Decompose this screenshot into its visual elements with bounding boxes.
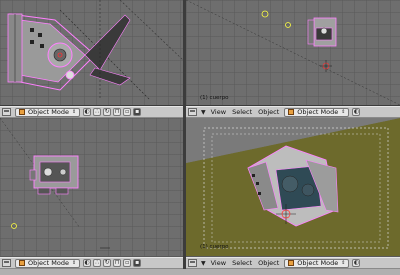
updown-arrows-icon: ⇕ (71, 109, 77, 115)
side-view-model (7, 0, 183, 101)
object-mode-icon (19, 109, 25, 115)
layers-toggle-button[interactable]: ▫ (123, 108, 132, 116)
mode-selector[interactable]: Object Mode ⇕ (15, 107, 81, 117)
object-mode-icon (19, 260, 25, 266)
mode-selector-label: Object Mode (297, 259, 339, 267)
viewport-header-bottom-right: ▼ View Select Object Object Mode ⇕ ◐ (186, 257, 400, 269)
mode-selector-label: Object Mode (28, 259, 69, 267)
layer-button[interactable]: ⊓ (113, 108, 122, 116)
viewport-header-top-right: ▼ View Select Object Object Mode ⇕ ◐ (186, 106, 400, 118)
mode-selector-label: Object Mode (297, 108, 339, 116)
mode-selector[interactable]: Object Mode ⇕ (284, 258, 350, 268)
window-type-icon[interactable] (2, 259, 11, 267)
camera-view-model (186, 118, 400, 256)
draw-type-button[interactable]: ◐ (83, 259, 92, 267)
menu-view[interactable]: View (211, 259, 226, 267)
updown-arrows-icon: ⇕ (341, 109, 346, 115)
menu-collapse-icon[interactable]: ▼ (201, 109, 206, 116)
object-mode-icon (288, 260, 295, 266)
lock-button[interactable]: ▪ (133, 108, 142, 116)
mode-selector[interactable]: Object Mode ⇕ (15, 258, 81, 268)
pivot-button[interactable]: ∴ (93, 259, 102, 267)
manipulator-button[interactable]: ↻ (103, 259, 112, 267)
window-type-icon[interactable] (188, 108, 197, 116)
viewport-bottom-left[interactable] (0, 118, 183, 256)
pivot-button[interactable]: ∴ (93, 108, 102, 116)
object-name-label: (1) cuerpo (200, 95, 229, 101)
menu-select[interactable]: Select (232, 259, 252, 267)
draw-type-button[interactable]: ◐ (352, 108, 361, 116)
menu-view[interactable]: View (211, 108, 226, 116)
front-view-model (186, 0, 400, 105)
menu-object[interactable]: Object (258, 108, 279, 116)
lock-button[interactable]: ▪ (133, 259, 142, 267)
menu-object[interactable]: Object (258, 259, 279, 267)
object-name-label: (1) cuerpo (200, 244, 229, 250)
draw-type-button[interactable]: ◐ (352, 259, 361, 267)
updown-arrows-icon: ⇕ (341, 260, 346, 266)
layer-button[interactable]: ⊓ (113, 259, 122, 267)
updown-arrows-icon: ⇕ (71, 260, 77, 266)
viewport-top-left[interactable] (0, 0, 183, 105)
draw-type-button[interactable]: ◐ (83, 108, 92, 116)
layers-toggle-button[interactable]: ▫ (123, 259, 132, 267)
manipulator-button[interactable]: ↻ (103, 108, 112, 116)
menu-select[interactable]: Select (232, 108, 252, 116)
viewport-top-right[interactable]: (1) cuerpo (186, 0, 400, 105)
viewport-bottom-right-camera[interactable]: (1) cuerpo (186, 118, 400, 256)
object-mode-icon (288, 109, 295, 115)
viewport-header-bottom-left: Object Mode ⇕ ◐ ∴ ↻ ⊓ ▫ ▪ (0, 257, 183, 269)
mode-selector[interactable]: Object Mode ⇕ (284, 107, 350, 117)
bottom-buttons-bar (0, 269, 400, 275)
top-view-model (0, 118, 110, 249)
mode-selector-label: Object Mode (28, 108, 69, 116)
window-type-icon[interactable] (2, 108, 11, 116)
menu-collapse-icon[interactable]: ▼ (201, 260, 206, 267)
window-type-icon[interactable] (188, 259, 197, 267)
viewport-header-top-left: Object Mode ⇕ ◐ ∴ ↻ ⊓ ▫ ▪ (0, 106, 183, 118)
